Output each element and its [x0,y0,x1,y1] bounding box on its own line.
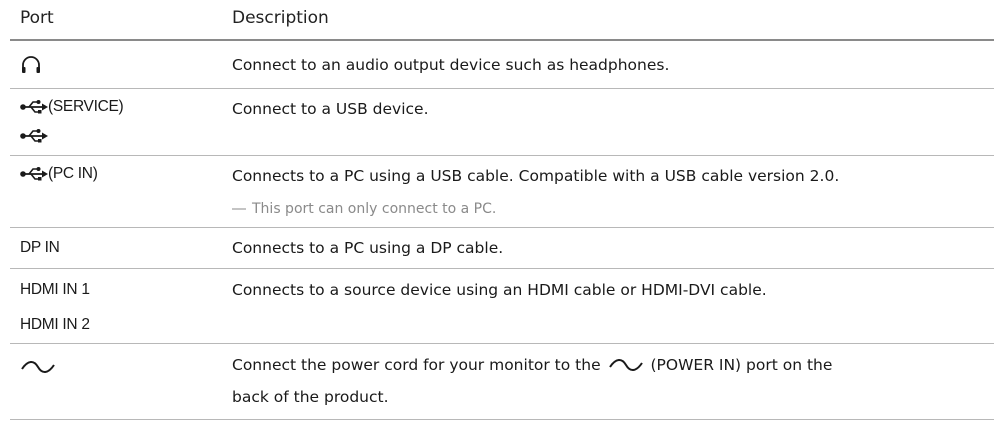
row-power-description-line2: back of the product. [232,388,389,406]
row-divider [10,268,994,269]
row-divider [10,155,994,156]
headphone-icon [20,55,42,75]
row-divider [10,88,994,89]
note-text: This port can only connect to a PC. [252,201,497,217]
hdmi-in-2-label: HDMI IN 2 [20,316,90,333]
usb-pc-in-label: (PC IN) [48,165,98,182]
row-hdmi-description: Connects to a source device using an HDM… [232,281,767,299]
note-dash: ― [232,201,246,217]
ac-power-icon [608,357,644,379]
row-headphone-description: Connect to an audio output device such a… [232,56,670,74]
usb-service-port: (SERVICE) [20,98,124,116]
port-table: Port Description Connect to an audio out… [0,0,1004,446]
usb-icon [20,99,48,115]
note-pc-only: ― This port can only connect to a PC. [232,199,496,219]
row-divider [10,343,994,344]
header-port: Port [20,8,54,28]
usb-icon [20,166,48,182]
row-power-description: Connect the power cord for your monitor … [232,354,832,379]
power-desc-after: (POWER IN) port on the [650,356,833,374]
usb-icon [20,128,48,144]
row-dp-description: Connects to a PC using a DP cable. [232,239,504,257]
hdmi-in-1-label: HDMI IN 1 [20,281,90,298]
usb-service-label: (SERVICE) [48,98,124,115]
row-divider [10,227,994,228]
row-usb-description: Connect to a USB device. [232,100,429,118]
ac-power-icon [20,359,56,375]
row-divider [10,419,994,420]
row-usb-pc-description: Connects to a PC using a USB cable. Comp… [232,167,840,185]
usb-pc-in-port: (PC IN) [20,165,98,183]
power-desc-before: Connect the power cord for your monitor … [232,356,601,374]
header-divider [10,39,994,41]
header-description: Description [232,8,329,28]
dp-in-label: DP IN [20,239,60,256]
